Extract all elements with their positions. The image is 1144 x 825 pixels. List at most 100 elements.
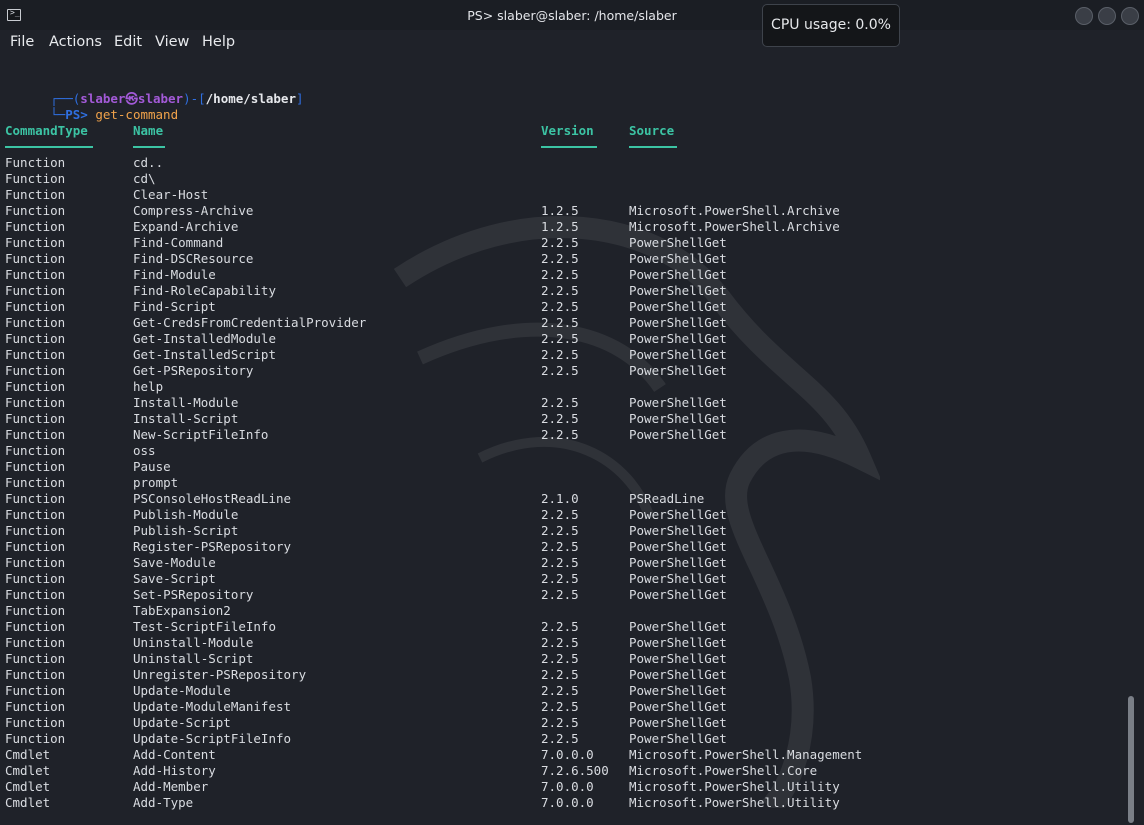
cell-version: 1.2.5 [541,219,579,234]
cell-commandtype: Function [5,219,66,234]
cell-source: PowerShellGet [629,427,727,442]
minimize-icon[interactable] [1075,7,1093,25]
cell-commandtype: Function [5,683,66,698]
prompt-frame: └─ [50,107,66,122]
kali-dragon-watermark-icon [393,216,880,808]
cell-version: 2.2.5 [541,651,579,666]
header-underline [133,146,165,148]
cell-name: help [133,379,164,394]
cell-version: 7.2.6.500 [541,763,609,778]
cell-name: Find-RoleCapability [133,283,276,298]
header-source: Source [629,123,675,138]
scrollbar-thumb[interactable] [1128,696,1134,823]
cell-name: Get-CredsFromCredentialProvider [133,315,367,330]
cell-commandtype: Cmdlet [5,747,51,762]
cell-commandtype: Function [5,459,66,474]
cell-source: PowerShellGet [629,587,727,602]
cell-version: 2.2.5 [541,267,579,282]
menu-view[interactable]: View [155,34,189,50]
cell-source: PowerShellGet [629,619,727,634]
cell-version: 2.1.0 [541,491,579,506]
cell-name: Save-Script [133,571,216,586]
cell-version: 7.0.0.0 [541,779,594,794]
cell-source: PowerShellGet [629,315,727,330]
header-underline [629,146,677,148]
menu-actions[interactable]: Actions [49,34,102,50]
cell-commandtype: Cmdlet [5,795,51,810]
cell-version: 2.2.5 [541,731,579,746]
title-bar[interactable]: >_ PS> slaber@slaber: /home/slaber [0,0,1144,30]
cell-version: 2.2.5 [541,715,579,730]
cell-version: 2.2.5 [541,587,579,602]
cell-version: 2.2.5 [541,411,579,426]
cell-commandtype: Function [5,603,66,618]
cell-name: cd\ [133,171,156,186]
cell-commandtype: Function [5,587,66,602]
cell-name: Install-Script [133,411,239,426]
cell-commandtype: Function [5,507,66,522]
cell-source: Microsoft.PowerShell.Utility [629,779,840,794]
scrollbar[interactable] [1126,58,1136,825]
cell-source: Microsoft.PowerShell.Management [629,747,863,762]
cell-commandtype: Function [5,539,66,554]
cell-name: Add-Type [133,795,194,810]
cell-name: Update-Script [133,715,231,730]
cell-version: 2.2.5 [541,539,579,554]
prompt-line-2: └─PS> get-command [5,91,178,122]
terminal-output[interactable]: ┌──(slaber㉿slaber)-[/home/slaber] └─PS> … [0,58,1144,825]
cell-name: Find-Command [133,235,224,250]
typed-command: get-command [95,107,179,122]
header-name: Name [133,123,164,138]
cell-name: cd.. [133,155,164,170]
menu-edit[interactable]: Edit [114,34,142,50]
cell-name: Find-Module [133,267,216,282]
cell-name: Register-PSRepository [133,539,292,554]
cell-commandtype: Function [5,235,66,250]
cell-name: Find-DSCResource [133,251,254,266]
cell-name: Get-InstalledModule [133,331,276,346]
cell-commandtype: Function [5,171,66,186]
cell-commandtype: Function [5,555,66,570]
cell-version: 2.2.5 [541,331,579,346]
cell-version: 2.2.5 [541,523,579,538]
prompt-ps: PS> [65,107,88,122]
cell-source: PowerShellGet [629,331,727,346]
cell-source: PowerShellGet [629,507,727,522]
cell-name: Uninstall-Script [133,651,254,666]
cell-source: PowerShellGet [629,539,727,554]
cell-version: 2.2.5 [541,635,579,650]
cell-source: PowerShellGet [629,715,727,730]
cell-commandtype: Cmdlet [5,763,51,778]
cell-source: PowerShellGet [629,683,727,698]
cell-name: Pause [133,459,171,474]
cell-commandtype: Function [5,331,66,346]
cell-commandtype: Function [5,667,66,682]
cell-name: Clear-Host [133,187,209,202]
cell-version: 7.0.0.0 [541,747,594,762]
cell-version: 2.2.5 [541,427,579,442]
cell-version: 7.0.0.0 [541,795,594,810]
cell-name: Test-ScriptFileInfo [133,619,276,634]
close-icon[interactable] [1121,7,1139,25]
cell-version: 2.2.5 [541,299,579,314]
cell-commandtype: Function [5,315,66,330]
prompt-path: /home/slaber [205,91,296,106]
header-underline [5,146,93,148]
cell-name: Install-Module [133,395,239,410]
cell-version: 2.2.5 [541,395,579,410]
menu-file[interactable]: File [10,34,34,50]
prompt-frame: )-[ [183,91,206,106]
menu-help[interactable]: Help [202,34,235,50]
cell-version: 2.2.5 [541,507,579,522]
cell-version: 2.2.5 [541,347,579,362]
cell-source: PowerShellGet [629,299,727,314]
maximize-icon[interactable] [1098,7,1116,25]
cell-name: TabExpansion2 [133,603,231,618]
cell-version: 2.2.5 [541,667,579,682]
cell-version: 2.2.5 [541,683,579,698]
header-underline [541,146,597,148]
cell-source: PowerShellGet [629,635,727,650]
cell-name: Add-Member [133,779,209,794]
header-commandtype: CommandType [5,123,88,138]
cell-source: PSReadLine [629,491,705,506]
